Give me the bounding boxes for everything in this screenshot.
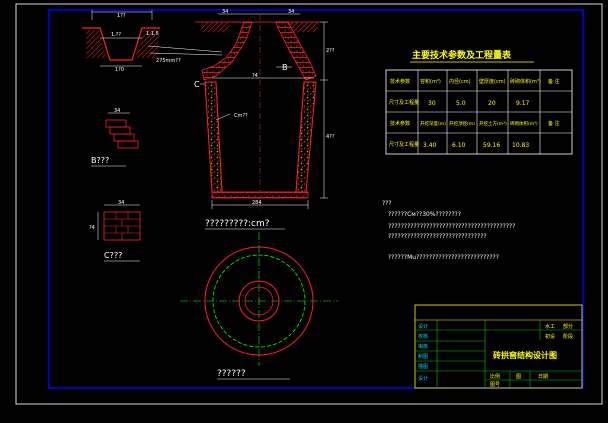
notes-line2: ???????????????????????????????????????? (388, 223, 515, 230)
top-detail-dim-top: 1?? (117, 13, 126, 19)
top-detail-slope: 1:1.5 (146, 31, 159, 37)
detail-b-caption: B??? (91, 156, 109, 165)
plan-view: ?????? (180, 232, 338, 380)
t-r2c5: 9.17 (516, 100, 530, 107)
detail-c-dim-top: 34 (118, 200, 124, 206)
main-dim-right-b: 4?? (326, 134, 335, 140)
tb-r2: 校核 (418, 333, 428, 340)
t-r4c5: 10.83 (512, 142, 529, 149)
notes-line3: ??????????????????????????????? (388, 233, 487, 240)
notes-heading: ??? (382, 200, 392, 207)
t-r2c4: 20 (488, 100, 496, 107)
main-caption: ?????????:cm? (205, 219, 270, 229)
main-dim-top-left: 34 (222, 9, 228, 15)
t-r2c3: 5.0 (456, 100, 466, 107)
notes-line4: ??????Mu?????????????????????????? (388, 254, 499, 261)
tb-r3: 审核 (418, 343, 428, 350)
main-inner-note: Cm?? (234, 113, 248, 119)
t-r4c3: 6.10 (452, 142, 466, 149)
t-r1c4: 壁厚度(cm) (479, 78, 506, 85)
plan-caption: ?????? (217, 369, 246, 379)
top-detail-dim-mid: 1.?? (111, 32, 121, 38)
notes-line1: ??????Cм??30%???????? (388, 211, 461, 218)
tb-r1: 设计 (418, 323, 428, 330)
detail-c-caption: C??? (104, 251, 122, 260)
t-r3c2: 开挖深度(m) (420, 120, 446, 127)
inner-frame (48, 9, 584, 389)
tb-scale-label: 比例 (490, 373, 500, 380)
t-r2c1: 尺寸及工程量 (389, 99, 419, 106)
tb-unit-a: 水工 (545, 323, 555, 330)
tb-r5: 描图 (418, 363, 428, 370)
main-label-c: C (194, 80, 200, 89)
tb-unit-b: 部分 (563, 323, 573, 330)
t-r1c5: 砖砌体积(m³) (510, 78, 541, 85)
title-block: 设计 校核 审核 制图 描图 设计 水工 部分 初设 阶段 砖拱窖结构设计图 比… (414, 304, 583, 389)
t-r4c2: 3.40 (423, 142, 437, 149)
tb-no-label: 图号 (490, 382, 500, 388)
detail-c: 34 ?4 C??? (89, 200, 141, 262)
top-detail: 1?? 1.?? 1?0 1:1.5 275mm?? (82, 10, 223, 73)
tb-r6: 设计 (418, 375, 428, 382)
top-detail-leader-note: 275mm?? (156, 58, 181, 64)
t-r3c1: 技术参数 (390, 120, 410, 127)
tb-unit-c: 初设 (545, 333, 555, 340)
t-r3c4: 开挖土方(m³) (479, 120, 507, 127)
tb-date-label: 日期 (538, 374, 548, 380)
t-r3c5: 砖砌体积(m³) (510, 120, 538, 127)
t-r4c1: 尺寸及工程量 (389, 141, 419, 148)
tb-sheet-label: 图 (516, 374, 521, 380)
t-r3c6: 备 注 (548, 120, 560, 127)
t-r4c4: 59.16 (483, 142, 500, 149)
parameter-table: 主要技术参数及工程量表 技术参数 容积(m³) 内径(cm) 壁厚度(cm) 砖… (385, 49, 573, 155)
notes: ??? ??????Cм??30%???????? ??????????????… (382, 200, 515, 261)
t-r2c2: 30 (428, 100, 436, 107)
main-section: 34 34 C B ?4 Cm?? 284 2?? 4?? ?????????:… (194, 9, 335, 230)
t-r1c2: 容积(m³) (420, 78, 441, 85)
cad-drawing: 1?? 1.?? 1?0 1:1.5 275mm?? 34 34 C B ?4 (15, 3, 603, 405)
detail-c-dim-side: ?4 (89, 225, 95, 231)
main-dim-top-right: 34 (288, 9, 294, 15)
tb-r4: 制图 (418, 353, 428, 360)
main-label-b: B (282, 63, 288, 72)
t-r1c6: 备 注 (548, 78, 560, 85)
detail-b-dim: 34 (114, 108, 120, 114)
t-r1c3: 内径(cm) (449, 78, 471, 85)
main-dim-bottom: 284 (252, 200, 262, 206)
main-dim-mid: ?4 (252, 73, 258, 79)
detail-b: 34 B??? (91, 108, 139, 167)
tb-drawing-title: 砖拱窖结构设计图 (493, 350, 557, 360)
tb-unit-d: 阶段 (563, 333, 573, 340)
t-r1c1: 技术参数 (390, 78, 410, 85)
main-dim-right-a: 2?? (326, 48, 335, 54)
top-detail-dim-bottom: 1?0 (115, 67, 124, 73)
t-r3c3: 开挖顶径(m) (449, 120, 475, 127)
table-title: 主要技术参数及工程量表 (412, 49, 512, 61)
